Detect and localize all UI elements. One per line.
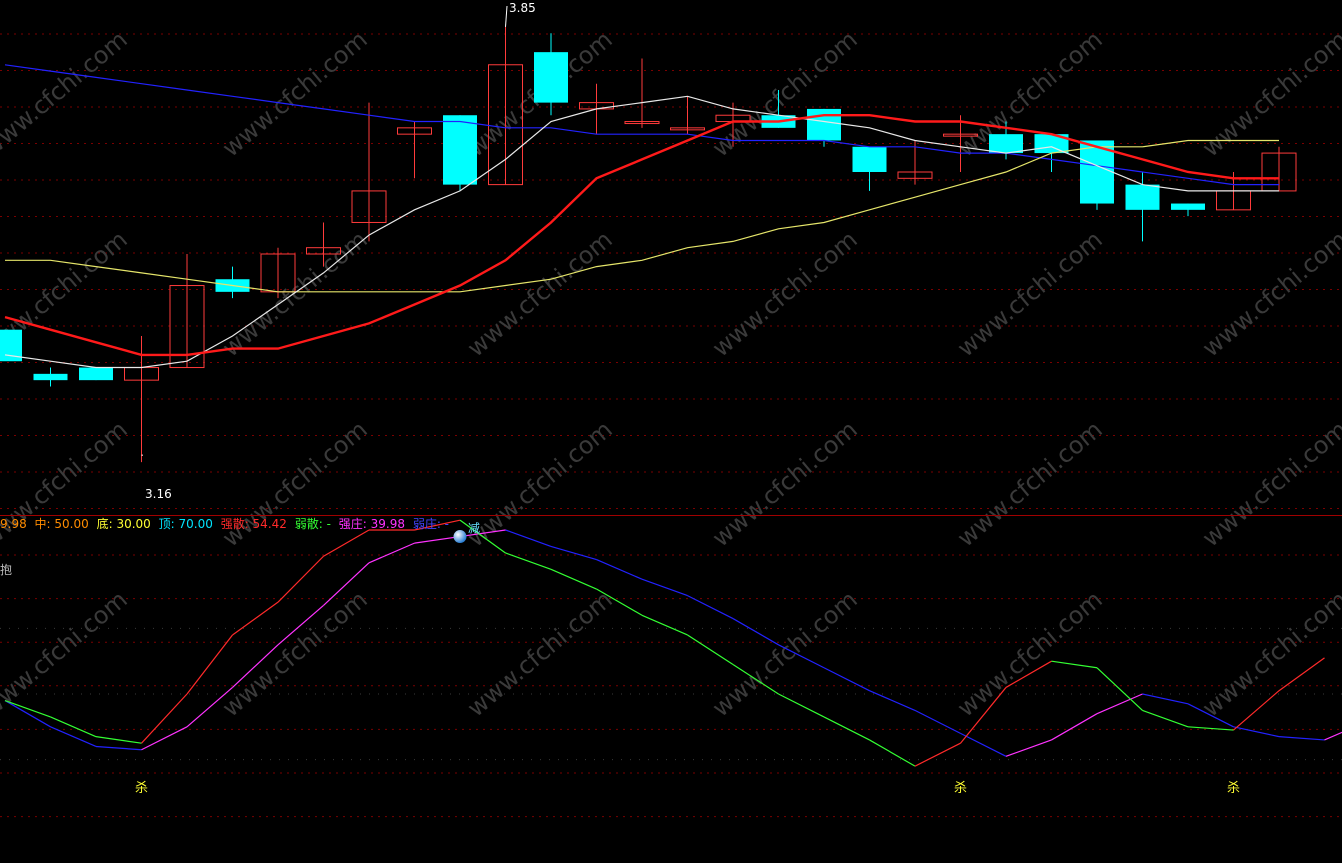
watermark-text: www.cfchi.com bbox=[217, 585, 373, 722]
watermark-text: www.cfchi.com bbox=[952, 225, 1108, 362]
indicator-slow-segment bbox=[4, 700, 51, 728]
indicator-fast-segment bbox=[550, 568, 597, 590]
legend-top: 顶: 70.00 bbox=[158, 517, 213, 531]
indicator-slow-segment bbox=[95, 745, 142, 751]
candle-body-down bbox=[1125, 184, 1160, 210]
watermark-text: www.cfchi.com bbox=[462, 585, 618, 722]
indicator-slow-segment bbox=[869, 690, 916, 711]
indicator-fast-segment bbox=[641, 614, 688, 636]
indicator-slow-segment bbox=[505, 529, 552, 547]
reduce-marker-ball bbox=[453, 530, 467, 544]
indicator-slow-segment bbox=[1278, 736, 1325, 741]
indicator-fast-segment bbox=[141, 693, 188, 744]
sell-signal-label: 杀 bbox=[1227, 781, 1240, 796]
indicator-fast-segment bbox=[232, 601, 279, 636]
indicator-slow-segment bbox=[1324, 731, 1342, 741]
candle-body-down bbox=[33, 373, 68, 381]
legend-strong-dealer: 强庄: 39.98 bbox=[338, 517, 405, 531]
indicator-fast-segment bbox=[505, 552, 552, 570]
watermark-text: www.cfchi.com bbox=[217, 25, 373, 162]
indicator-fast-segment bbox=[1142, 709, 1189, 728]
legend-strong-retail: 强散: 54.42 bbox=[220, 517, 287, 531]
indicator-fast-segment bbox=[1051, 660, 1098, 669]
indicator-slow-segment bbox=[960, 732, 1007, 757]
watermark-text: www.cfchi.com bbox=[707, 585, 863, 722]
indicator-side-label: 抱 bbox=[0, 563, 13, 577]
watermark-text: www.cfchi.com bbox=[462, 225, 618, 362]
indicator-fast-segment bbox=[50, 716, 97, 738]
indicator-fast-segment bbox=[687, 634, 734, 665]
indicator-fast-segment bbox=[323, 529, 370, 557]
legend-weak-retail: 弱散: - bbox=[294, 517, 331, 531]
watermark-text: www.cfchi.com bbox=[707, 225, 863, 362]
reduce-marker-label: 减 bbox=[468, 522, 480, 536]
watermark-text: www.cfchi.com bbox=[707, 25, 863, 162]
indicator-fast-segment bbox=[95, 736, 142, 744]
legend-value: 9.98 bbox=[0, 517, 27, 531]
indicator-fast-segment bbox=[823, 716, 870, 741]
indicator-fast-segment bbox=[186, 634, 233, 695]
indicator-slow-segment bbox=[50, 726, 97, 748]
indicator-slow-segment bbox=[732, 618, 779, 646]
indicator-slow-segment bbox=[368, 542, 415, 564]
indicator-slow-segment bbox=[1051, 713, 1098, 741]
indicator-slow-segment bbox=[641, 578, 688, 597]
indicator-slow-segment bbox=[823, 667, 870, 692]
indicator-slow-segment bbox=[414, 535, 461, 544]
watermark-text: www.cfchi.com bbox=[952, 585, 1108, 722]
indicator-slow-segment bbox=[1142, 693, 1189, 705]
indicator-fast-segment bbox=[869, 739, 916, 767]
indicator-slow-segment bbox=[141, 726, 188, 751]
candle-body-down bbox=[852, 146, 887, 172]
watermark-text: www.cfchi.com bbox=[0, 585, 133, 722]
indicator-legend: 9.98 中: 50.00 底: 30.00 顶: 70.00 强散: 54.4… bbox=[0, 515, 453, 533]
sell-signal-label: 杀 bbox=[954, 781, 967, 796]
indicator-slow-segment bbox=[550, 545, 597, 561]
candle-body-down bbox=[534, 52, 568, 103]
indicator-fast-segment bbox=[914, 742, 961, 767]
stock-chart[interactable]: www.cfchi.com www.cfchi.com www.cfchi.com w… bbox=[0, 0, 1342, 863]
indicator-slow-segment bbox=[1005, 739, 1052, 757]
candle-body-down bbox=[1171, 203, 1205, 210]
watermark-text: www.cfchi.com bbox=[1197, 585, 1342, 722]
watermark-text: www.cfchi.com bbox=[1197, 225, 1342, 362]
legend-weak-dealer: 弱庄: - bbox=[412, 517, 450, 531]
indicator-fast-segment bbox=[778, 693, 825, 718]
low-price-label: 3.16 bbox=[145, 487, 172, 501]
indicator-slow-segment bbox=[687, 595, 734, 620]
candle-body-down bbox=[79, 367, 113, 381]
high-price-label: 3.85 bbox=[509, 1, 536, 15]
legend-mid: 中: 50.00 bbox=[34, 517, 89, 531]
watermark-text: www.cfchi.com bbox=[1197, 25, 1342, 162]
indicator-slow-segment bbox=[596, 558, 643, 580]
candle-body-down bbox=[807, 108, 841, 141]
indicator-slow-segment bbox=[1233, 726, 1280, 738]
indicator-fast-segment bbox=[4, 699, 51, 718]
legend-bottom: 底: 30.00 bbox=[96, 517, 151, 531]
indicator-fast-segment bbox=[1187, 726, 1234, 731]
candle-body-down bbox=[989, 134, 1023, 154]
watermark-text: www.cfchi.com bbox=[217, 225, 373, 362]
high-price-pointer bbox=[505, 5, 508, 27]
watermark-text: www.cfchi.com bbox=[0, 25, 133, 162]
sell-signal-label: 杀 bbox=[135, 781, 148, 796]
indicator-slow-segment bbox=[914, 709, 961, 734]
price-grid bbox=[0, 33, 1342, 818]
indicator-fast-segment bbox=[277, 555, 324, 603]
candle-body-down bbox=[443, 115, 477, 185]
